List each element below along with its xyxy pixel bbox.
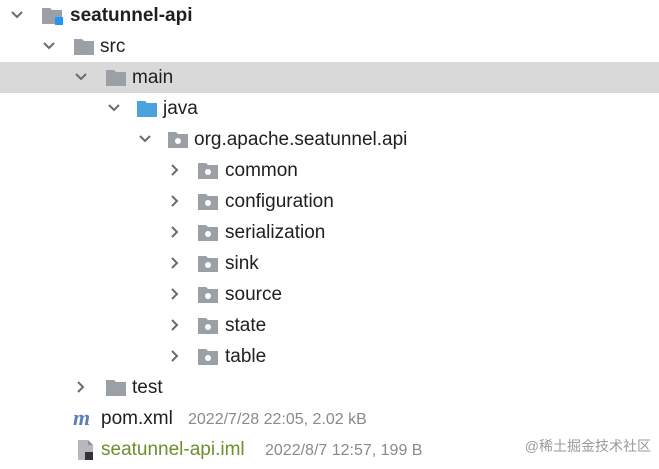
chevron-right-icon[interactable] (164, 190, 186, 212)
tree-label-subpackage: source (225, 284, 283, 305)
package-icon (197, 223, 221, 243)
tree-row-package[interactable]: org.apache.seatunnel.api (0, 124, 659, 155)
chevron-right-icon[interactable] (164, 159, 186, 181)
iml-file-icon (76, 439, 96, 461)
package-icon (167, 130, 191, 150)
tree-row-project[interactable]: seatunnel-api (0, 0, 659, 31)
tree-row-subpackage[interactable]: serialization (0, 217, 659, 248)
tree-row-pom[interactable]: m pom.xml 2022/7/28 22:05, 2.02 kB (0, 403, 659, 434)
tree-label-subpackage: sink (225, 253, 259, 274)
source-folder-icon (136, 99, 160, 119)
package-icon (197, 316, 221, 336)
package-icon (197, 285, 221, 305)
chevron-right-icon[interactable] (164, 252, 186, 274)
chevron-right-icon[interactable] (164, 345, 186, 367)
tree-label-pom: pom.xml (101, 408, 173, 429)
tree-row-test[interactable]: test (0, 372, 659, 403)
tree-label-subpackage: state (225, 315, 267, 336)
tree-label-main: main (132, 67, 174, 88)
tree-row-subpackage[interactable]: sink (0, 248, 659, 279)
package-icon (197, 347, 221, 367)
module-folder-icon (41, 6, 65, 26)
chevron-down-icon[interactable] (6, 4, 28, 26)
tree-label-iml: seatunnel-api.iml (101, 439, 245, 460)
package-icon (197, 254, 221, 274)
tree-row-subpackage[interactable]: source (0, 279, 659, 310)
package-icon (197, 192, 221, 212)
chevron-right-icon[interactable] (164, 283, 186, 305)
tree-row-subpackage[interactable]: configuration (0, 186, 659, 217)
tree-label-package: org.apache.seatunnel.api (194, 129, 408, 150)
chevron-down-icon[interactable] (134, 128, 156, 150)
tree-label-subpackage: table (225, 346, 267, 367)
folder-icon (73, 37, 97, 57)
tree-row-src[interactable]: src (0, 31, 659, 62)
folder-icon (105, 378, 129, 398)
chevron-right-icon[interactable] (164, 221, 186, 243)
file-meta-iml: 2022/8/7 12:57, 199 B (265, 442, 423, 459)
tree-label-subpackage: serialization (225, 222, 326, 243)
chevron-down-icon[interactable] (103, 97, 125, 119)
chevron-right-icon[interactable] (70, 376, 92, 398)
folder-icon (105, 68, 129, 88)
chevron-down-icon[interactable] (70, 66, 92, 88)
tree-label-subpackage: configuration (225, 191, 334, 212)
package-icon (197, 161, 221, 181)
tree-row-subpackage[interactable]: common (0, 155, 659, 186)
svg-text:m: m (73, 406, 90, 430)
tree-row-subpackage[interactable]: state (0, 310, 659, 341)
tree-row-main[interactable]: main (0, 62, 659, 93)
tree-label-project: seatunnel-api (70, 5, 193, 26)
maven-m-icon: m (72, 406, 98, 430)
tree-row-subpackage[interactable]: table (0, 341, 659, 372)
file-meta-pom: 2022/7/28 22:05, 2.02 kB (188, 411, 367, 428)
tree-label-test: test (132, 377, 163, 398)
chevron-down-icon[interactable] (38, 35, 60, 57)
tree-label-java: java (163, 98, 198, 119)
chevron-right-icon[interactable] (164, 314, 186, 336)
watermark: @稀土掘金技术社区 (524, 438, 651, 454)
tree-label-subpackage: common (225, 160, 298, 181)
tree-label-src: src (100, 36, 126, 57)
tree-row-java[interactable]: java (0, 93, 659, 124)
